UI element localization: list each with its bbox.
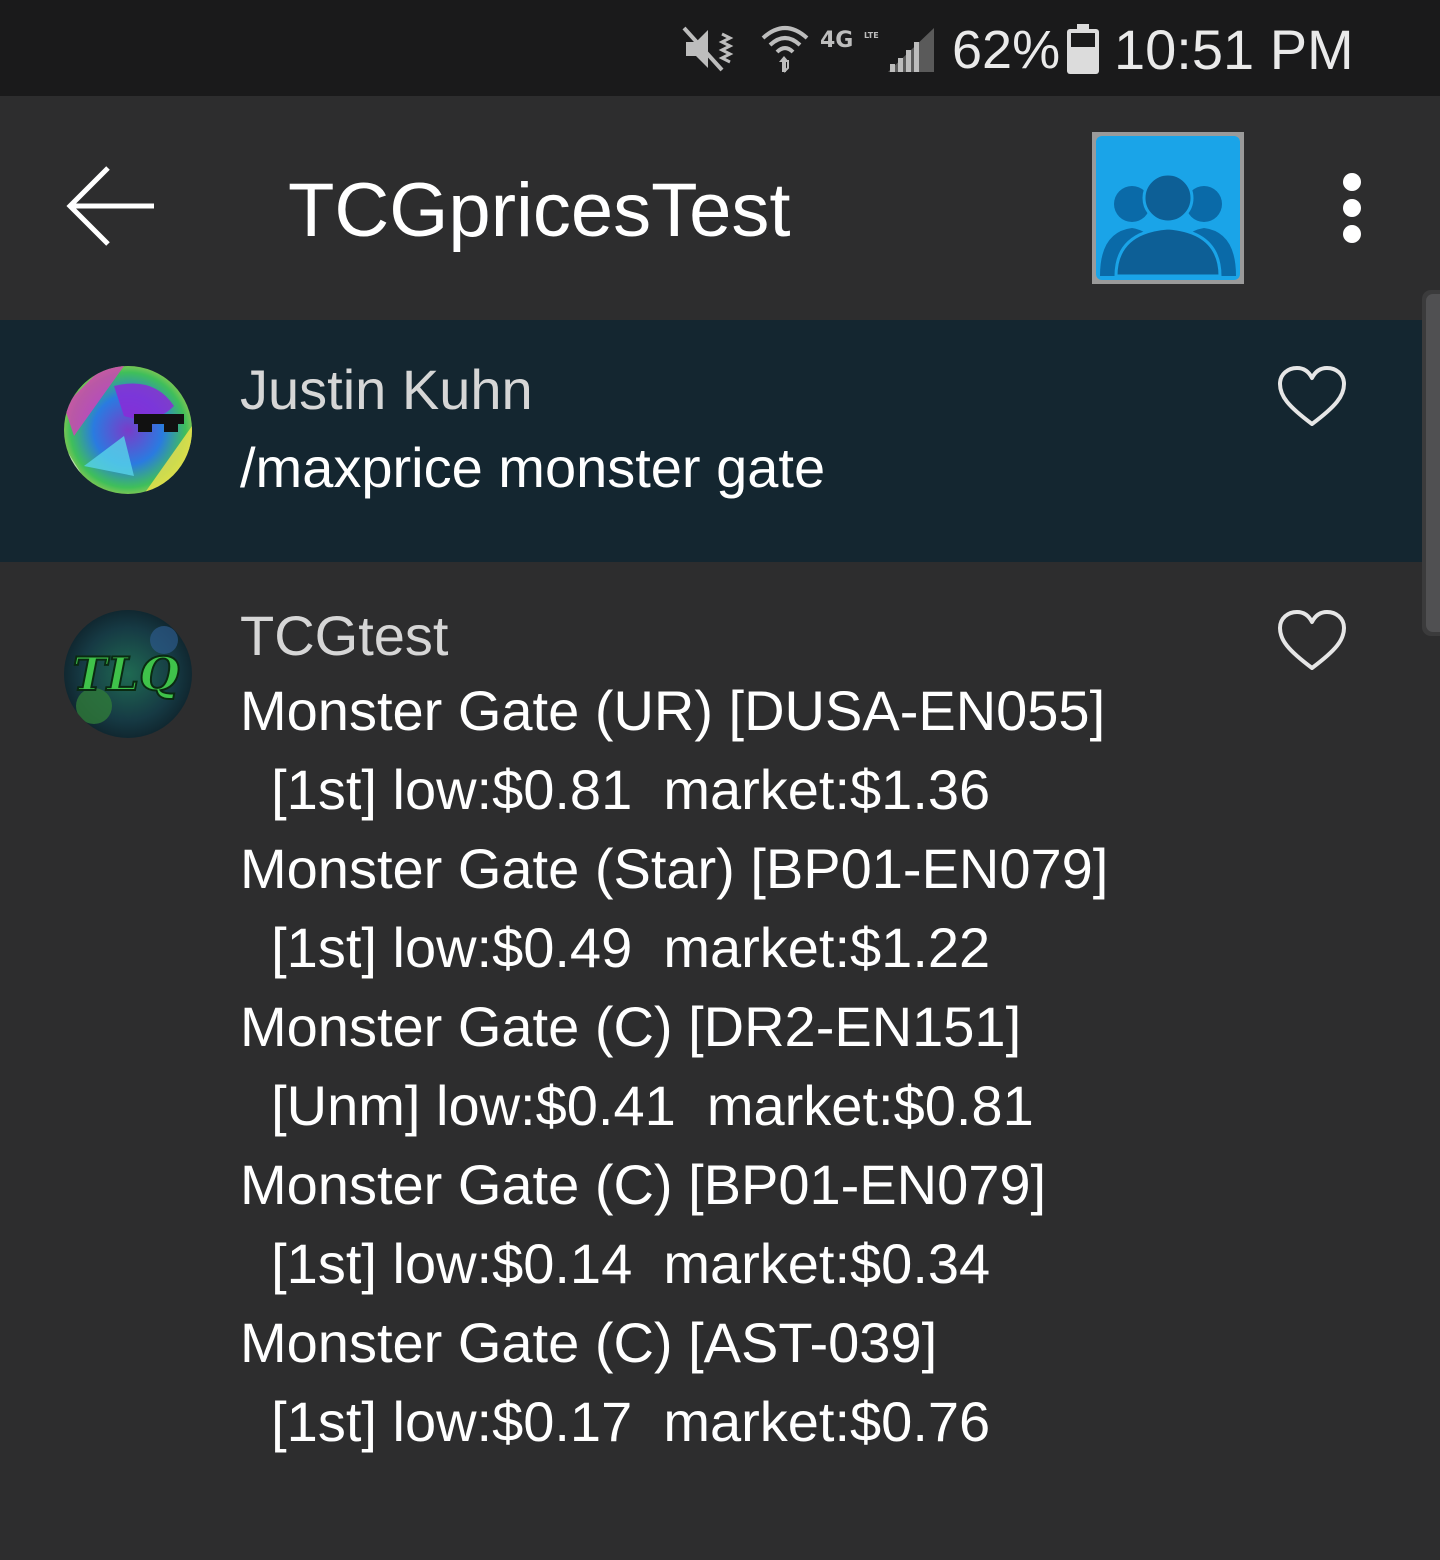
message-item[interactable]: Justin Kuhn /maxprice monster gate xyxy=(0,320,1422,562)
status-bar: 4G LTE 62% 10:51 PM xyxy=(0,0,1440,96)
result-line: Monster Gate (UR) [DUSA-EN055] xyxy=(240,679,1106,742)
clock: 10:51 PM xyxy=(1114,18,1354,81)
sender-name: Justin Kuhn xyxy=(240,358,533,421)
result-line: [1st] low:$0.81 market:$1.36 xyxy=(240,758,991,821)
chat-screen: 4G LTE 62% 10:51 PM TCGpricesTest Justin… xyxy=(0,0,1440,1560)
like-button[interactable] xyxy=(1276,364,1348,430)
result-line: [Unm] low:$0.41 market:$0.81 xyxy=(240,1074,1034,1137)
network-type-label: 4G xyxy=(820,28,854,53)
heart-outline-icon xyxy=(1278,366,1346,426)
result-line: Monster Gate (C) [BP01-EN079] xyxy=(240,1153,1047,1216)
app-bar: TCGpricesTest xyxy=(0,96,1440,320)
back-button[interactable] xyxy=(58,154,162,258)
result-line: Monster Gate (C) [AST-039] xyxy=(240,1311,938,1374)
chat-title: TCGpricesTest xyxy=(288,168,791,253)
avatar-image xyxy=(64,366,192,494)
heart-outline-icon xyxy=(1278,610,1346,670)
message-text: /maxprice monster gate xyxy=(240,436,826,499)
mute-icon xyxy=(682,26,734,72)
avatar-image: TLQ xyxy=(64,610,192,738)
wifi-icon xyxy=(761,26,809,73)
battery-percent: 62% xyxy=(952,20,1061,80)
battery-icon xyxy=(1067,24,1099,74)
like-button[interactable] xyxy=(1276,608,1348,674)
sender-name: TCGtest xyxy=(240,604,449,667)
result-line: [1st] low:$0.17 market:$0.76 xyxy=(240,1390,991,1453)
avatar-text: TLQ xyxy=(73,647,180,701)
avatar[interactable]: TLQ xyxy=(64,610,192,738)
result-line: [1st] low:$0.14 market:$0.34 xyxy=(240,1232,991,1295)
message-text: Monster Gate (UR) [DUSA-EN055] [1st] low… xyxy=(240,676,1108,1466)
result-line: Monster Gate (Star) [BP01-EN079] xyxy=(240,837,1109,900)
result-line: Monster Gate (C) [DR2-EN151] xyxy=(240,995,1022,1058)
more-vertical-icon xyxy=(1343,173,1361,243)
signal-icon xyxy=(888,28,934,72)
arrow-left-icon xyxy=(66,166,154,246)
result-line: [1st] low:$0.49 market:$1.22 xyxy=(240,916,991,979)
message-item[interactable]: TLQ TCGtest Monster Gate (UR) [DUSA-EN05… xyxy=(0,562,1422,1560)
group-people-icon xyxy=(1100,172,1236,278)
network-sub-label: LTE xyxy=(864,31,879,40)
overflow-menu-button[interactable] xyxy=(1322,166,1382,256)
scrollbar-thumb[interactable] xyxy=(1426,294,1440,632)
group-avatar xyxy=(1096,136,1240,280)
avatar[interactable] xyxy=(64,366,192,494)
group-avatar-button[interactable] xyxy=(1092,132,1244,284)
